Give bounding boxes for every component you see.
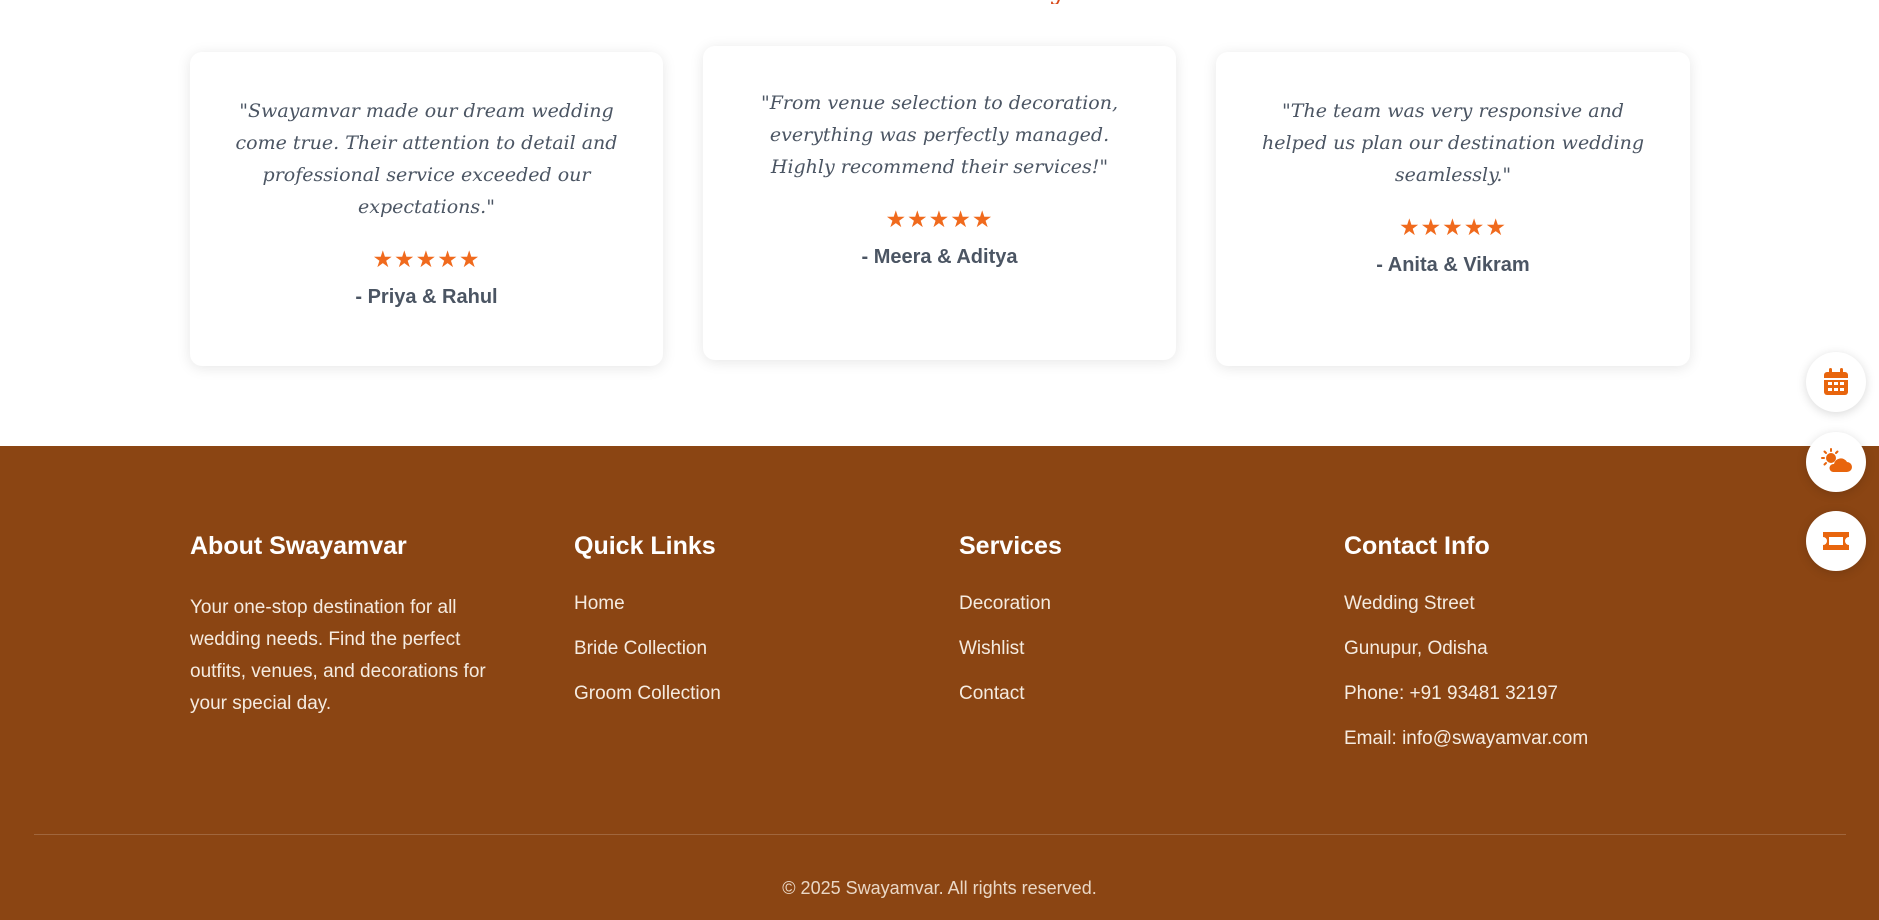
site-footer: About Swayamvar Your one-stop destinatio… — [0, 446, 1879, 920]
testimonial-quote: "Swayamvar made our dream wedding come t… — [235, 100, 618, 218]
footer-link-contact[interactable]: Contact — [959, 682, 1062, 706]
footer-link-wishlist[interactable]: Wishlist — [959, 637, 1062, 661]
testimonial-card: "Swayamvar made our dream wedding come t… — [190, 52, 663, 366]
star-rating: ★★★★★ — [885, 206, 994, 232]
footer-heading-quick-links: Quick Links — [574, 532, 716, 560]
copyright-text: © 2025 Swayamvar. All rights reserved. — [782, 878, 1097, 898]
footer-heading-about: About Swayamvar — [190, 532, 407, 560]
footer-about: About Swayamvar Your one-stop destinatio… — [190, 530, 510, 720]
calendar-button[interactable] — [1806, 352, 1866, 412]
ticket-button[interactable] — [1806, 511, 1866, 571]
testimonial-card: "From venue selection to decoration, eve… — [703, 46, 1176, 360]
star-rating: ★★★★★ — [1398, 214, 1508, 240]
footer-heading-contact: Contact Info — [1344, 532, 1490, 560]
footer-contact-info: Contact Info Wedding Street Gunupur, Odi… — [1344, 530, 1588, 772]
testimonial-quote: "From venue selection to decoration, eve… — [760, 92, 1119, 178]
weather-button[interactable] — [1806, 432, 1866, 492]
footer-link-bride-collection[interactable]: Bride Collection — [574, 637, 721, 661]
footer-link-groom-collection[interactable]: Groom Collection — [574, 682, 721, 706]
footer-quick-links: Quick Links Home Bride Collection Groom … — [574, 530, 721, 727]
weather-icon — [1821, 448, 1852, 472]
testimonial-author: - Anita & Vikram — [1376, 254, 1530, 276]
footer-divider — [34, 834, 1846, 835]
testimonials-section: y "Swayamvar made our dream wedding come… — [0, 0, 1879, 446]
footer-link-home[interactable]: Home — [574, 592, 721, 616]
calendar-icon — [1824, 368, 1848, 395]
contact-phone: Phone: +91 93481 32197 — [1344, 683, 1558, 704]
contact-address-city: Gunupur, Odisha — [1344, 638, 1488, 659]
testimonial-author: - Priya & Rahul — [355, 286, 498, 308]
ticket-icon — [1823, 532, 1849, 550]
testimonial-card: "The team was very responsive and helped… — [1216, 52, 1690, 366]
footer-about-text: Your one-stop destination for all weddin… — [190, 597, 486, 714]
star-rating: ★★★★★ — [372, 246, 481, 272]
testimonial-author: - Meera & Aditya — [861, 246, 1018, 268]
contact-email: Email: info@swayamvar.com — [1344, 728, 1589, 749]
footer-link-decoration[interactable]: Decoration — [959, 592, 1062, 616]
footer-heading-services: Services — [959, 532, 1062, 560]
contact-address-street: Wedding Street — [1344, 593, 1475, 614]
testimonial-quote: "The team was very responsive and helped… — [1261, 100, 1644, 186]
section-title-fragment: y — [1050, 0, 1080, 4]
footer-services: Services Decoration Wishlist Contact — [959, 530, 1062, 727]
